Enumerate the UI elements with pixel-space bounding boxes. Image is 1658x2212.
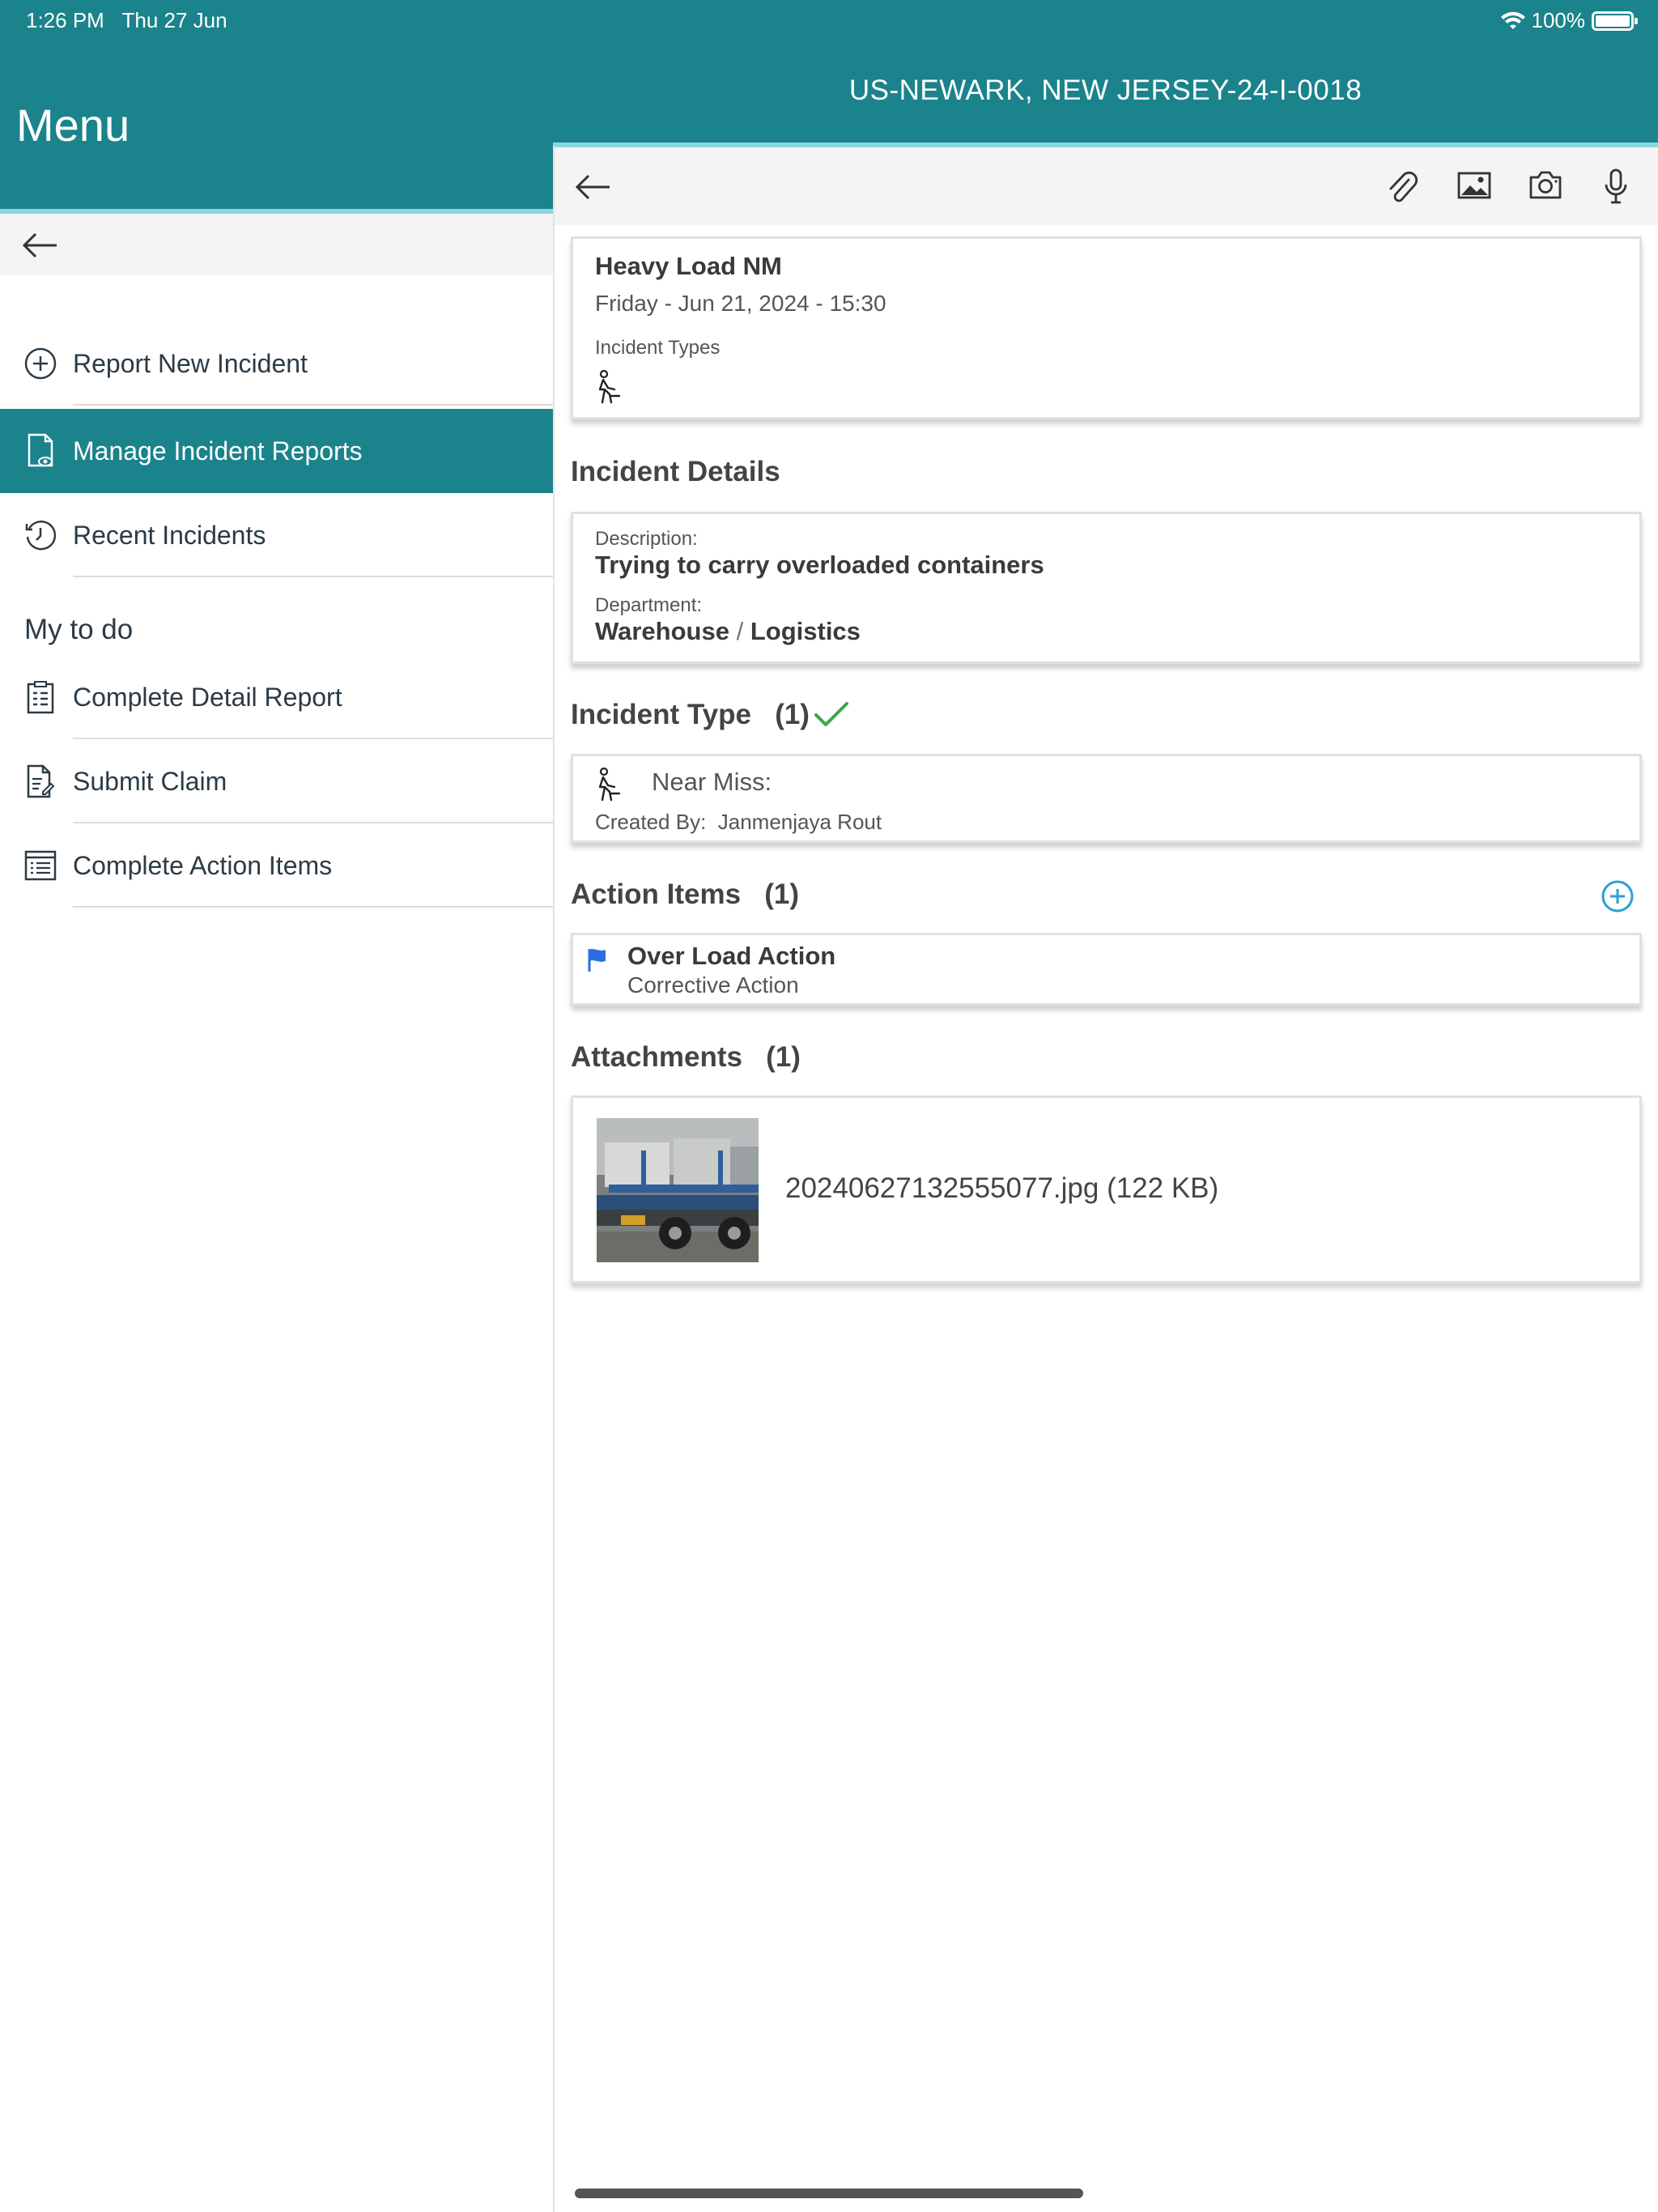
menu-item-submit-claim[interactable]: Submit Claim: [0, 739, 553, 823]
menu-item-complete-detail-report[interactable]: Complete Detail Report: [0, 655, 553, 739]
action-item-card[interactable]: Over Load Action Corrective Action: [571, 933, 1642, 1006]
back-arrow-icon[interactable]: [574, 173, 611, 201]
action-item-title: Over Load Action: [627, 942, 836, 970]
camera-icon[interactable]: [1528, 170, 1562, 199]
incident-types-label: Incident Types: [595, 337, 721, 359]
menu-item-label: Manage Incident Reports: [73, 436, 363, 466]
action-item-subtitle: Corrective Action: [627, 972, 799, 998]
sidebar-back-bar: [0, 214, 553, 275]
document-eye-icon: [23, 433, 58, 469]
history-icon: [23, 517, 58, 553]
incident-type-name: Near Miss:: [652, 768, 772, 796]
menu-item-label: Complete Detail Report: [73, 682, 342, 712]
add-action-item-button[interactable]: [1601, 879, 1635, 913]
attachments-heading: Attachments (1): [571, 1041, 801, 1073]
todo-section-label: My to do: [24, 614, 134, 645]
menu-separator: [73, 906, 553, 908]
scroll-indicator[interactable]: [575, 2189, 1083, 2198]
menu-item-label: Recent Incidents: [73, 520, 266, 550]
page-title: US-NEWARK, NEW JERSEY-24-I-0018: [848, 74, 1363, 106]
attachment-card[interactable]: 20240627132555077.jpg (122 KB): [571, 1095, 1642, 1283]
pane-divider: [553, 146, 555, 2212]
check-icon: [814, 702, 848, 726]
plus-circle-icon: [23, 346, 58, 381]
flag-icon: [588, 949, 606, 972]
menu-item-report-new-incident[interactable]: Report New Incident: [0, 321, 553, 406]
microphone-icon[interactable]: [1604, 168, 1628, 204]
status-time: 1:26 PM Thu 27 Jun: [26, 8, 227, 32]
clipboard-list-icon: [23, 679, 58, 715]
description-label: Description:: [595, 528, 698, 550]
menu-item-label: Report New Incident: [73, 348, 308, 378]
list-icon: [23, 848, 58, 883]
menu-separator: [73, 404, 553, 406]
menu-item-manage-incident-reports[interactable]: Manage Incident Reports: [0, 409, 553, 493]
menu-separator: [73, 576, 553, 577]
status-right: 100%: [1500, 8, 1638, 33]
description-value: Trying to carry overloaded containers: [595, 551, 1044, 579]
department-label: Department:: [595, 594, 703, 616]
action-items-heading: Action Items (1): [571, 878, 800, 910]
attachment-filename[interactable]: 20240627132555077.jpg (122 KB): [785, 1172, 1218, 1205]
incident-datetime: Friday - Jun 21, 2024 - 15:30: [595, 291, 886, 316]
back-arrow-icon[interactable]: [21, 232, 58, 259]
menu-item-label: Submit Claim: [73, 766, 227, 796]
incident-details-heading: Incident Details: [571, 456, 780, 487]
menu-item-complete-action-items[interactable]: Complete Action Items: [0, 823, 553, 908]
person-walking-icon: [598, 370, 621, 404]
menu-item-recent-incidents[interactable]: Recent Incidents: [0, 493, 553, 577]
department-value: Warehouse / Logistics: [595, 617, 861, 645]
incident-title: Heavy Load NM: [595, 252, 782, 280]
created-by: Created By: Janmenjaya Rout: [595, 810, 882, 834]
header-bar: [0, 0, 1658, 146]
incident-type-heading: Incident Type (1): [571, 699, 810, 730]
menu-title: Menu: [16, 100, 130, 151]
incident-details-card[interactable]: Description: Trying to carry overloaded …: [571, 512, 1642, 664]
image-icon[interactable]: [1457, 172, 1491, 199]
incident-summary-card[interactable]: Heavy Load NM Friday - Jun 21, 2024 - 15…: [571, 236, 1642, 419]
incident-type-card[interactable]: Near Miss: Created By: Janmenjaya Rout: [571, 754, 1642, 843]
document-edit-icon: [23, 764, 58, 799]
wifi-icon: [1500, 11, 1525, 29]
paperclip-icon[interactable]: [1384, 168, 1418, 206]
person-walking-icon: [598, 768, 621, 802]
detail-toolbar: [555, 147, 1658, 225]
menu-item-label: Complete Action Items: [73, 850, 333, 880]
battery-percent: 100%: [1531, 8, 1586, 32]
menu-header: [0, 146, 553, 209]
battery-icon: [1592, 11, 1638, 31]
attachment-thumbnail[interactable]: [597, 1118, 759, 1262]
truck-photo-image: [597, 1118, 759, 1262]
